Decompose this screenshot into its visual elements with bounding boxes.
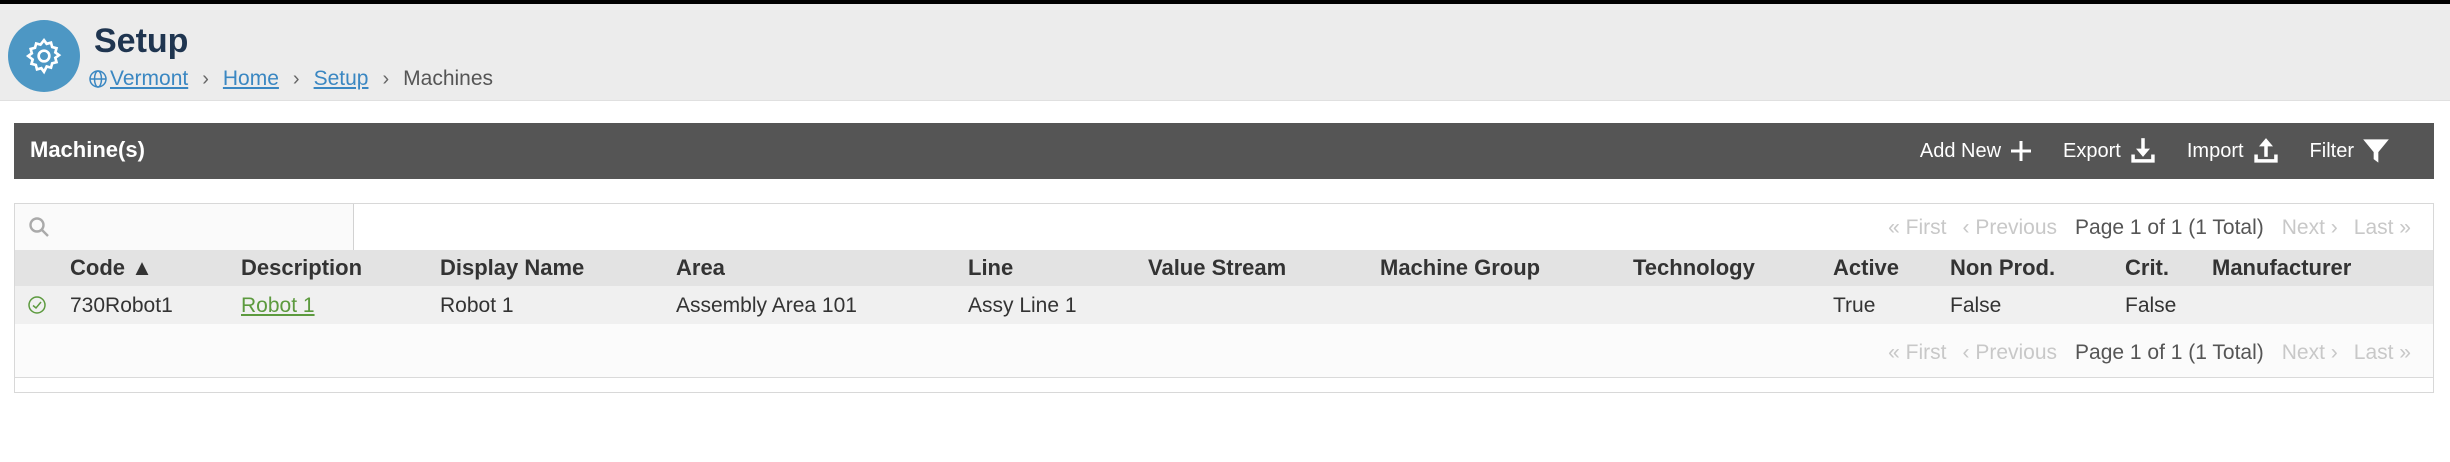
pager-bottom: « First ‹ Previous Page 1 of 1 (1 Total)… <box>1888 341 2411 365</box>
import-label: Import <box>2186 139 2244 162</box>
add-new-button[interactable]: Add New <box>1920 139 2033 163</box>
export-button[interactable]: Export <box>2063 137 2157 165</box>
column-header-description[interactable]: Description <box>241 255 362 281</box>
pager-previous[interactable]: ‹ Previous <box>1963 216 2058 240</box>
pager-last[interactable]: Last » <box>2354 341 2411 365</box>
table-header: Code ▲ Description Display Name Area Lin… <box>15 250 2433 286</box>
globe-icon <box>88 69 108 89</box>
breadcrumb-machines: Machines <box>403 67 494 90</box>
column-header-machine-group[interactable]: Machine Group <box>1380 255 1540 281</box>
cell-area: Assembly Area 101 <box>676 294 857 317</box>
cell-active: True <box>1833 294 1876 317</box>
column-header-active[interactable]: Active <box>1833 255 1899 281</box>
table-row[interactable]: 730Robot1 Robot 1 Robot 1 Assembly Area … <box>15 286 2433 324</box>
cell-crit: False <box>2125 294 2177 317</box>
search-icon <box>28 216 50 243</box>
upload-icon <box>2253 138 2278 163</box>
export-label: Export <box>2063 139 2121 162</box>
page-header: Setup Vermont › Home › Setup › Machines <box>0 4 2450 101</box>
column-header-crit[interactable]: Crit. <box>2125 255 2169 281</box>
pager-next[interactable]: Next › <box>2282 341 2338 365</box>
panel-actions: Add New Export Import Filter <box>1890 137 2390 165</box>
pager-last[interactable]: Last » <box>2354 216 2411 240</box>
add-new-label: Add New <box>1919 139 2002 162</box>
pager-status: Page 1 of 1 (1 Total) <box>2075 341 2264 364</box>
pager-first[interactable]: « First <box>1888 216 1946 240</box>
filter-icon <box>2363 139 2389 163</box>
page-title: Setup <box>94 22 189 60</box>
cell-line: Assy Line 1 <box>968 294 1077 317</box>
column-header-manufacturer[interactable]: Manufacturer <box>2212 255 2351 281</box>
panel-title: Machine(s) <box>30 137 145 162</box>
breadcrumb: Vermont › Home › Setup › Machines <box>88 67 493 91</box>
breadcrumb-vermont[interactable]: Vermont <box>110 67 188 91</box>
pager-top: « First ‹ Previous Page 1 of 1 (1 Total)… <box>1888 216 2411 240</box>
breadcrumb-home[interactable]: Home <box>223 67 279 91</box>
breadcrumb-separator: › <box>382 67 390 90</box>
column-header-code[interactable]: Code ▲ <box>70 255 153 281</box>
breadcrumb-separator: › <box>202 67 209 90</box>
gear-icon[interactable] <box>8 20 80 92</box>
search-input[interactable] <box>55 212 349 242</box>
machines-grid: « First ‹ Previous Page 1 of 1 (1 Total)… <box>14 203 2434 393</box>
column-header-line[interactable]: Line <box>968 255 1013 281</box>
column-header-area[interactable]: Area <box>676 255 725 281</box>
panel-header: Machine(s) Add New Export Import Filter <box>14 123 2434 179</box>
plus-icon <box>2011 141 2032 161</box>
column-header-value-stream[interactable]: Value Stream <box>1148 255 1286 281</box>
cell-display-name: Robot 1 <box>440 294 514 317</box>
breadcrumb-separator: › <box>292 67 300 90</box>
check-circle-icon <box>27 295 47 321</box>
pager-next[interactable]: Next › <box>2282 216 2338 240</box>
import-button[interactable]: Import <box>2187 137 2280 165</box>
pager-first[interactable]: « First <box>1888 341 1946 365</box>
pager-previous[interactable]: ‹ Previous <box>1963 341 2058 365</box>
cell-non-prod: False <box>1950 294 2002 317</box>
pager-status: Page 1 of 1 (1 Total) <box>2075 216 2264 239</box>
column-header-non-prod[interactable]: Non Prod. <box>1950 255 2055 281</box>
column-header-display-name[interactable]: Display Name <box>440 255 584 281</box>
search-box <box>15 204 354 250</box>
filter-label: Filter <box>2309 139 2354 162</box>
filter-button[interactable]: Filter <box>2310 137 2390 165</box>
column-header-technology[interactable]: Technology <box>1633 255 1755 281</box>
download-icon <box>2131 138 2155 163</box>
description-link[interactable]: Robot 1 <box>241 294 315 317</box>
cell-code: 730Robot1 <box>70 294 173 317</box>
breadcrumb-setup[interactable]: Setup <box>314 67 369 91</box>
cell-description: Robot 1 <box>241 294 315 318</box>
